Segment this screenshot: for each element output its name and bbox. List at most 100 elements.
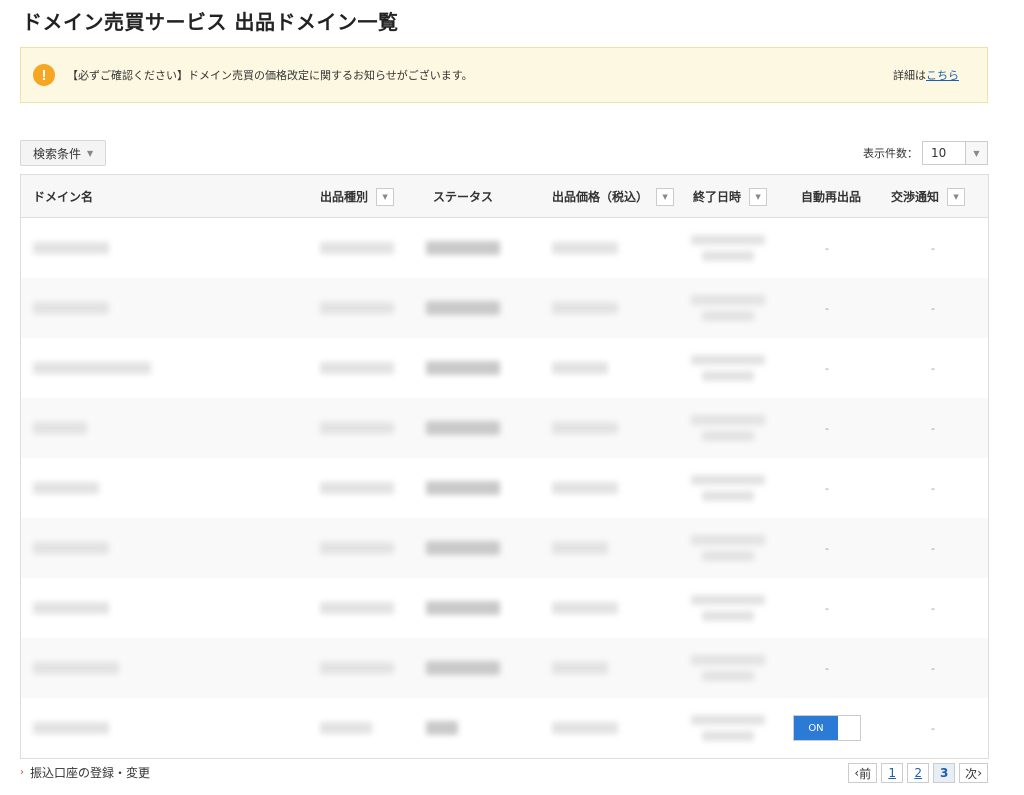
cell-price — [552, 278, 618, 338]
notice-detail-link[interactable]: こちら — [926, 69, 959, 82]
cell-negotiation: - — [923, 218, 943, 278]
obscured-status — [426, 541, 500, 555]
next-page-button[interactable]: 次 › — [959, 763, 988, 783]
cell-status — [426, 518, 500, 578]
cell-type — [320, 698, 372, 758]
cell-end-date — [691, 578, 765, 638]
obscured-end-date — [691, 295, 765, 305]
obscured-status — [426, 481, 500, 495]
obscured-type — [320, 362, 394, 374]
sort-icon[interactable]: ▼ — [656, 187, 675, 206]
domain-table: ドメイン名 出品種別 ▼ ステータス 出品価格（税込） ▼ 終了日時 ▼ 自動再出品 … — [20, 174, 989, 759]
toggle-on-label: ON — [794, 716, 838, 740]
page-1-button[interactable]: 1 — [881, 763, 904, 783]
sort-icon[interactable]: ▼ — [947, 187, 966, 206]
obscured-end-date — [691, 655, 765, 665]
chevron-down-icon: ▼ — [87, 148, 94, 158]
bank-account-link[interactable]: › 振込口座の登録・変更 — [20, 764, 150, 781]
negotiation-dash: - — [931, 421, 935, 435]
cell-price — [552, 398, 618, 458]
cell-price — [552, 218, 618, 278]
auto-relist-dash: - — [825, 601, 829, 615]
search-conditions-button[interactable]: 検索条件 ▼ — [20, 140, 107, 166]
obscured-price — [552, 302, 618, 314]
display-count: 表示件数： 10 ▼ — [863, 141, 988, 165]
auto-relist-dash: - — [825, 661, 829, 675]
display-count-select[interactable]: 10 ▼ — [922, 141, 988, 165]
cell-status — [426, 698, 458, 758]
prev-page-label: 前 — [859, 766, 872, 781]
auto-relist-dash: - — [825, 541, 829, 555]
obscured-domain — [33, 542, 109, 554]
cell-type — [320, 458, 394, 518]
cell-status — [426, 458, 500, 518]
display-count-label: 表示件数： — [863, 147, 918, 160]
obscured-type — [320, 722, 372, 734]
table-row: -- — [21, 578, 988, 638]
obscured-type — [320, 422, 394, 434]
cell-negotiation: - — [923, 458, 943, 518]
cell-negotiation: - — [923, 518, 943, 578]
cell-status — [426, 338, 500, 398]
obscured-status — [426, 361, 500, 375]
cell-domain — [33, 638, 119, 698]
auto-relist-toggle[interactable]: ON — [793, 715, 861, 741]
negotiation-dash: - — [931, 301, 935, 315]
cell-type — [320, 578, 394, 638]
obscured-price — [552, 602, 618, 614]
obscured-status — [426, 301, 500, 315]
header-price-label: 出品価格（税込） — [552, 190, 649, 204]
cell-status — [426, 638, 500, 698]
obscured-type — [320, 662, 394, 674]
header-notify-label: 交渉通知 — [891, 190, 940, 204]
cell-end-date — [691, 458, 765, 518]
table-row: -- — [21, 458, 988, 518]
table-row: ON - — [21, 698, 988, 758]
negotiation-dash: - — [931, 541, 935, 555]
cell-status — [426, 278, 500, 338]
obscured-price — [552, 662, 608, 674]
cell-status — [426, 578, 500, 638]
page-3-button[interactable]: 3 — [933, 763, 956, 783]
cell-type — [320, 278, 394, 338]
cell-domain — [33, 578, 109, 638]
sort-icon[interactable]: ▼ — [749, 187, 768, 206]
obscured-end-time — [702, 431, 754, 441]
obscured-type — [320, 542, 394, 554]
header-auto-relist: 自動再出品 — [801, 175, 861, 218]
cell-price — [552, 638, 608, 698]
cell-negotiation: - — [923, 338, 943, 398]
obscured-type — [320, 302, 394, 314]
cell-auto-relist: - — [793, 338, 861, 398]
cell-domain — [33, 698, 109, 758]
table-row: -- — [21, 278, 988, 338]
cell-domain — [33, 398, 87, 458]
cell-auto-relist: - — [793, 578, 861, 638]
obscured-end-date — [691, 235, 765, 245]
cell-price — [552, 338, 608, 398]
page-2-button[interactable]: 2 — [907, 763, 930, 783]
cell-end-date — [691, 518, 765, 578]
cell-end-date — [691, 218, 765, 278]
cell-domain — [33, 458, 99, 518]
header-price: 出品価格（税込） ▼ — [552, 175, 675, 218]
cell-auto-relist: ON — [793, 698, 861, 758]
cell-auto-relist: - — [793, 458, 861, 518]
obscured-end-date — [691, 355, 765, 365]
sort-icon[interactable]: ▼ — [376, 187, 395, 206]
cell-end-date — [691, 278, 765, 338]
chevron-right-icon: › — [20, 767, 24, 778]
cell-price — [552, 698, 618, 758]
obscured-domain — [33, 722, 109, 734]
obscured-end-date — [691, 415, 765, 425]
obscured-type — [320, 242, 394, 254]
obscured-status — [426, 601, 500, 615]
obscured-domain — [33, 482, 99, 494]
prev-page-button[interactable]: ‹ 前 — [848, 763, 878, 783]
header-negotiation: 交渉通知 ▼ — [891, 175, 966, 218]
cell-negotiation: - — [923, 278, 943, 338]
obscured-end-time — [702, 251, 754, 261]
notice-detail: 詳細はこちら — [893, 67, 959, 83]
table-row: -- — [21, 338, 988, 398]
auto-relist-dash: - — [825, 361, 829, 375]
